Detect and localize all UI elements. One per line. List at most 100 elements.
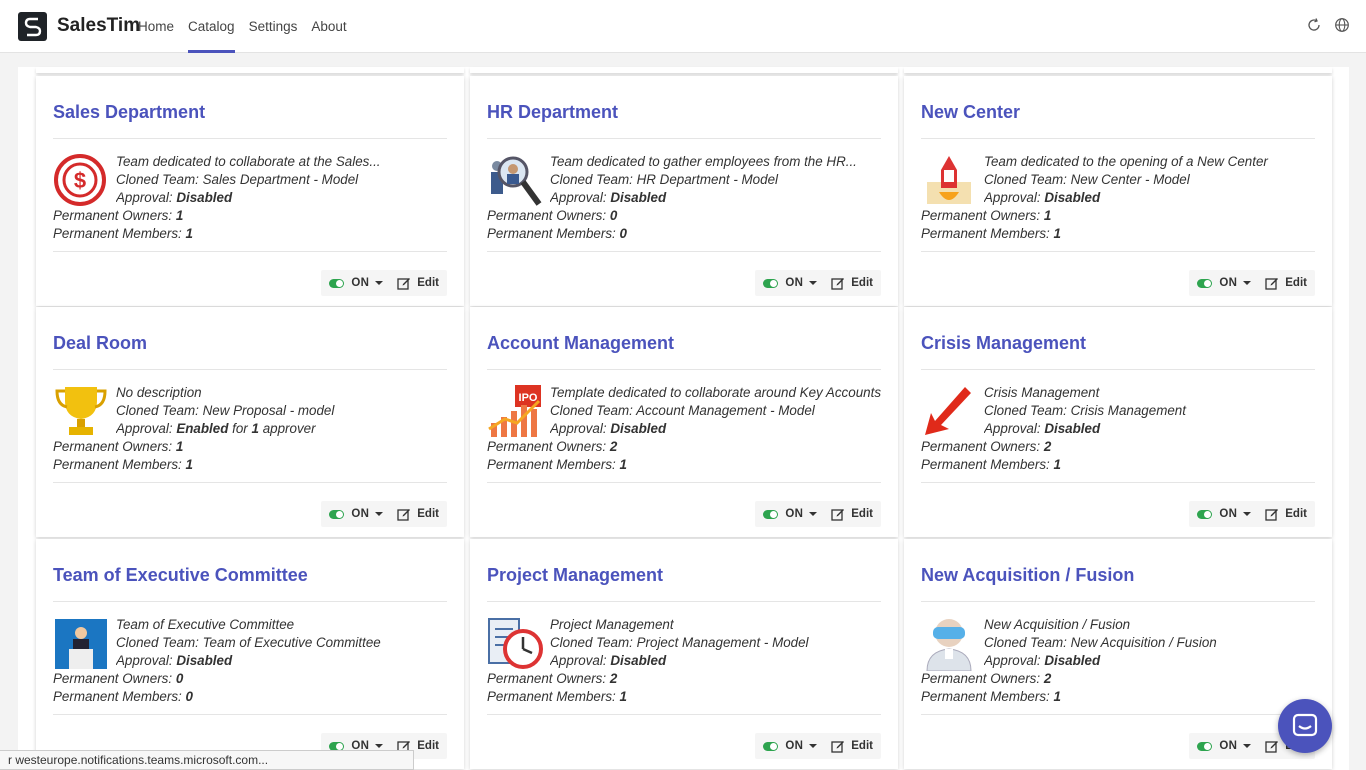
permanent-owners-label: Permanent Owners: — [921, 439, 1041, 454]
permanent-owners-label: Permanent Owners: — [53, 671, 173, 686]
card-permanent-info: Permanent Owners: 1 Permanent Members: 1 — [53, 207, 193, 243]
card-title[interactable]: Crisis Management — [921, 333, 1086, 354]
team-template-card: Deal Room No description Cloned Team: Ne… — [36, 307, 464, 537]
edit-label: Edit — [417, 740, 439, 752]
approval-value: Disabled — [1044, 190, 1101, 205]
status-toggle-dropdown[interactable]: ON — [1189, 270, 1259, 296]
edit-button[interactable]: Edit — [825, 270, 881, 296]
card-title[interactable]: New Center — [921, 102, 1020, 123]
salestim-logo-icon[interactable] — [18, 12, 47, 41]
card-permanent-info: Permanent Owners: 2 Permanent Members: 1 — [487, 438, 627, 474]
edit-button[interactable]: Edit — [825, 501, 881, 527]
toggle-on-icon[interactable] — [763, 741, 779, 751]
card-divider — [53, 714, 447, 715]
card-title[interactable]: New Acquisition / Fusion — [921, 565, 1134, 586]
edit-button[interactable]: Edit — [825, 733, 881, 759]
nav-settings[interactable]: Settings — [249, 0, 298, 53]
status-toggle-dropdown[interactable]: ON — [755, 733, 825, 759]
globe-icon[interactable] — [1334, 17, 1350, 33]
card-actions: ON Edit — [1189, 501, 1315, 527]
card-divider — [921, 714, 1315, 715]
permanent-members-line: Permanent Members: 1 — [921, 688, 1061, 706]
permanent-owners-value: 2 — [1043, 671, 1052, 686]
cloned-team-line: Cloned Team: New Acquisition / Fusion — [984, 634, 1324, 652]
permanent-owners-label: Permanent Owners: — [921, 671, 1041, 686]
speaker-podium-icon — [53, 615, 109, 671]
approval-value: Disabled — [610, 190, 667, 205]
cloned-team-value: New Center - Model — [1070, 172, 1190, 187]
refresh-icon[interactable] — [1306, 17, 1322, 33]
caret-down-icon[interactable] — [1243, 744, 1252, 748]
card-actions: ON Edit — [755, 270, 881, 296]
toggle-on-icon[interactable] — [763, 278, 779, 288]
card-description: New Acquisition / Fusion — [984, 617, 1131, 632]
approval-label: Approval: — [984, 190, 1041, 205]
permanent-owners-value: 2 — [1043, 439, 1052, 454]
card-actions: ON Edit — [755, 733, 881, 759]
status-toggle-dropdown[interactable]: ON — [755, 270, 825, 296]
permanent-members-label: Permanent Members: — [921, 689, 1050, 704]
card-title[interactable]: Project Management — [487, 565, 663, 586]
card-title[interactable]: Team of Executive Committee — [53, 565, 308, 586]
edit-button[interactable]: Edit — [1259, 501, 1315, 527]
nav-home[interactable]: Home — [138, 0, 174, 53]
card-title[interactable]: Account Management — [487, 333, 674, 354]
red-arrow-down-icon — [921, 383, 977, 439]
edit-icon — [831, 278, 845, 290]
toggle-on-icon[interactable] — [329, 278, 345, 288]
approval-line: Approval: Disabled — [984, 652, 1324, 670]
team-template-card: New Acquisition / Fusion New Acquisition… — [904, 539, 1332, 769]
card-description: No description — [116, 385, 202, 400]
status-toggle-dropdown[interactable]: ON — [1189, 733, 1259, 759]
card-divider — [487, 251, 881, 252]
toggle-on-icon[interactable] — [1197, 741, 1213, 751]
team-template-card: Crisis Management Crisis Management Clon… — [904, 307, 1332, 537]
caret-down-icon[interactable] — [375, 281, 384, 285]
card-divider — [53, 251, 447, 252]
cloned-team-line: Cloned Team: Account Management - Model — [550, 402, 890, 420]
team-template-card: Team of Executive Committee Team of Exec… — [36, 539, 464, 769]
team-template-card: Project Management Project Management Cl… — [470, 539, 898, 769]
status-toggle-dropdown[interactable]: ON — [321, 501, 391, 527]
caret-down-icon[interactable] — [809, 744, 818, 748]
nav-about[interactable]: About — [311, 0, 346, 53]
caret-down-icon[interactable] — [1243, 512, 1252, 516]
card-title[interactable]: HR Department — [487, 102, 618, 123]
cloned-team-line: Cloned Team: Crisis Management — [984, 402, 1324, 420]
caret-down-icon[interactable] — [375, 744, 384, 748]
card-title[interactable]: Deal Room — [53, 333, 147, 354]
edit-button[interactable]: Edit — [391, 270, 447, 296]
approval-line: Approval: Disabled — [550, 189, 890, 207]
status-toggle-dropdown[interactable]: ON — [755, 501, 825, 527]
caret-down-icon[interactable] — [1243, 281, 1252, 285]
card-divider — [921, 138, 1315, 139]
card-title[interactable]: Sales Department — [53, 102, 205, 123]
toggle-on-icon[interactable] — [329, 509, 345, 519]
edit-icon — [1265, 741, 1279, 753]
chat-button[interactable] — [1278, 699, 1332, 753]
team-template-card: Account Management IPO Template dedicate… — [470, 307, 898, 537]
caret-down-icon[interactable] — [809, 281, 818, 285]
ipo-chart-icon: IPO — [487, 383, 543, 439]
status-toggle-dropdown[interactable]: ON — [1189, 501, 1259, 527]
permanent-owners-line: Permanent Owners: 2 — [921, 670, 1061, 688]
card-permanent-info: Permanent Owners: 1 Permanent Members: 1 — [921, 207, 1061, 243]
permanent-owners-label: Permanent Owners: — [53, 439, 173, 454]
toggle-on-icon[interactable] — [763, 509, 779, 519]
previous-card-edge — [36, 67, 464, 73]
permanent-owners-label: Permanent Owners: — [487, 208, 607, 223]
toggle-on-icon[interactable] — [1197, 509, 1213, 519]
cloned-team-label: Cloned Team: — [984, 403, 1067, 418]
caret-down-icon[interactable] — [375, 512, 384, 516]
caret-down-icon[interactable] — [809, 512, 818, 516]
approval-label: Approval: — [984, 653, 1041, 668]
status-toggle-dropdown[interactable]: ON — [321, 270, 391, 296]
permanent-members-value: 1 — [619, 689, 627, 704]
cloned-team-value: Crisis Management — [1070, 403, 1186, 418]
team-template-card: Sales Department $ Team dedicated to col… — [36, 76, 464, 306]
cloned-team-line: Cloned Team: Sales Department - Model — [116, 171, 456, 189]
edit-button[interactable]: Edit — [1259, 270, 1315, 296]
toggle-on-icon[interactable] — [1197, 278, 1213, 288]
edit-button[interactable]: Edit — [391, 501, 447, 527]
nav-catalog[interactable]: Catalog — [188, 0, 235, 53]
